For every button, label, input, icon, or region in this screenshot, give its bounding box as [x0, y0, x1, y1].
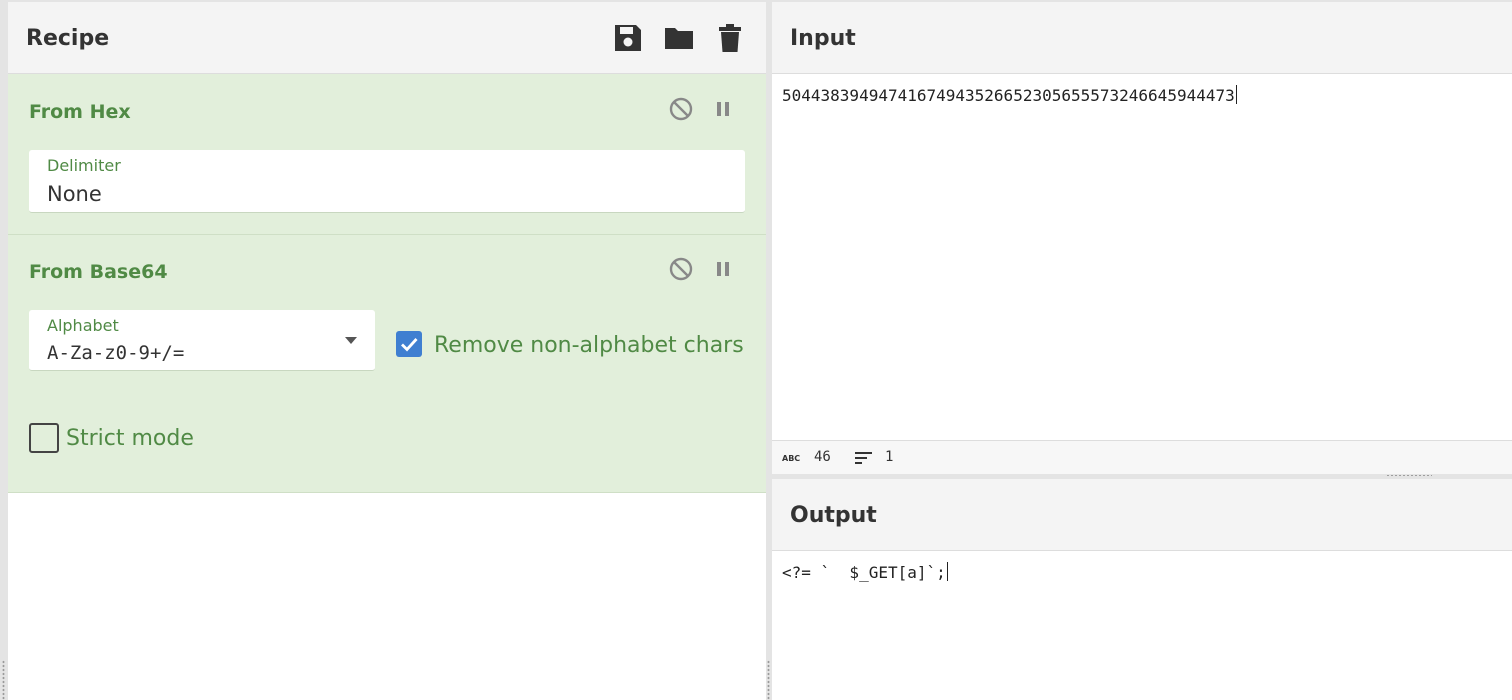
- disable-icon[interactable]: [668, 256, 694, 282]
- input-header: Input: [772, 2, 1512, 74]
- delimiter-value: None: [47, 182, 102, 206]
- output-title: Output: [790, 503, 877, 528]
- strict-mode-checkbox[interactable]: [29, 423, 59, 453]
- operation-title: From Base64: [29, 261, 168, 283]
- recipe-pane: Recipe From Hex Delimiter None From Base…: [8, 2, 766, 700]
- pause-icon[interactable]: [710, 96, 736, 122]
- input-length: 46: [814, 449, 831, 465]
- text-cursor: [1235, 85, 1237, 104]
- resize-handle[interactable]: [1386, 474, 1432, 477]
- input-textarea[interactable]: 5044383949474167494352665230565557324664…: [782, 85, 1237, 105]
- input-pane: Input 5044383949474167494352665230565557…: [772, 2, 1512, 440]
- remove-non-alphabet-label[interactable]: Remove non-alphabet chars: [434, 333, 744, 358]
- folder-icon[interactable]: [663, 22, 695, 54]
- recipe-header: Recipe: [8, 2, 766, 74]
- output-header: Output: [772, 479, 1512, 551]
- save-icon[interactable]: [612, 22, 644, 54]
- delimiter-label: Delimiter: [47, 156, 121, 175]
- abc-icon: ABC: [782, 450, 802, 468]
- chevron-down-icon: [345, 337, 357, 344]
- input-lines: 1: [885, 449, 894, 465]
- output-pane: Output <?= ` $_GET[a]`;: [772, 479, 1512, 700]
- output-textarea[interactable]: <?= ` $_GET[a]`;: [782, 562, 948, 582]
- alphabet-label: Alphabet: [47, 316, 119, 335]
- remove-non-alphabet-checkbox[interactable]: [396, 331, 422, 357]
- alphabet-select[interactable]: Alphabet A-Za-z0-9+/=: [29, 310, 375, 371]
- output-text: <?= ` $_GET[a]`;: [782, 563, 946, 582]
- resize-handle[interactable]: [767, 660, 770, 700]
- operation-from-base64[interactable]: From Base64 Alphabet A-Za-z0-9+/= Remove…: [8, 235, 766, 493]
- disable-icon[interactable]: [668, 96, 694, 122]
- recipe-title: Recipe: [26, 26, 110, 51]
- input-text: 5044383949474167494352665230565557324664…: [782, 86, 1235, 105]
- trash-icon[interactable]: [714, 22, 746, 54]
- operation-title: From Hex: [29, 101, 131, 123]
- input-status-bar: ABC 46 1: [772, 440, 1512, 474]
- pause-icon[interactable]: [710, 256, 736, 282]
- lines-icon: [854, 450, 874, 470]
- strict-mode-label[interactable]: Strict mode: [66, 426, 194, 451]
- delimiter-field[interactable]: Delimiter None: [29, 150, 745, 213]
- input-title: Input: [790, 26, 856, 51]
- alphabet-value: A-Za-z0-9+/=: [47, 342, 185, 364]
- svg-text:ABC: ABC: [782, 454, 800, 463]
- check-icon: [401, 338, 418, 352]
- resize-handle[interactable]: [2, 660, 5, 700]
- operation-from-hex[interactable]: From Hex Delimiter None: [8, 74, 766, 235]
- text-cursor: [946, 562, 948, 581]
